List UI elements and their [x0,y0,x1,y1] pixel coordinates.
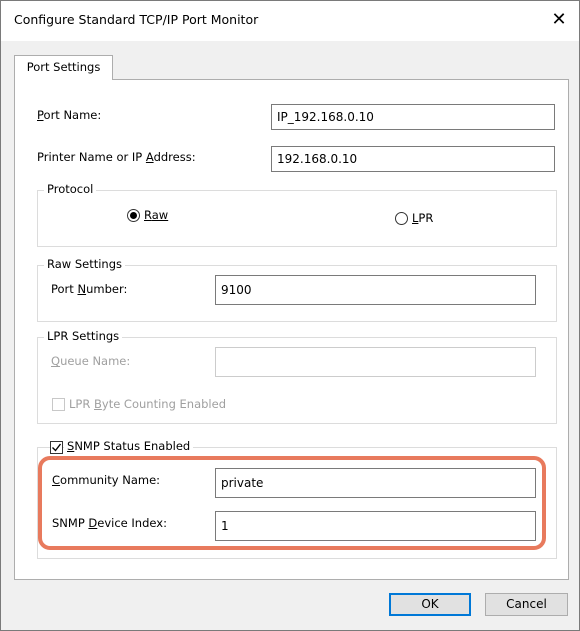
check-icon [52,443,62,452]
raw-radio[interactable] [127,209,140,222]
label-part: Printer Name or IP [37,150,146,164]
raw-radio-label[interactable]: Raw [144,208,168,222]
label-part: LPR [69,397,94,411]
label-part: Port [51,282,78,296]
label-part: NMP Status Enabled [74,439,191,453]
snmp-status-label[interactable]: SNMP Status Enabled [64,439,194,453]
label-part: PR [418,211,434,225]
label-part: yte Counting Enabled [101,397,226,411]
port-number-label: Port Number: [51,282,127,296]
queue-name-label: Queue Name: [51,354,130,368]
protocol-group [37,190,557,247]
title-bar: Configure Standard TCP/IP Port Monitor ✕ [1,1,579,41]
lpr-byte-counting-label: LPR Byte Counting Enabled [69,397,226,411]
close-icon[interactable]: ✕ [543,5,575,35]
label-accelerator: N [77,282,87,296]
label-part: aw [151,208,169,222]
tab-port-settings[interactable]: Port Settings [14,55,113,80]
protocol-group-title: Protocol [44,182,97,196]
lpr-byte-counting-checkbox[interactable] [52,398,65,411]
window-title: Configure Standard TCP/IP Port Monitor [14,12,259,27]
port-name-label: Port Name: [37,108,101,122]
label-accelerator: A [145,150,154,164]
label-accelerator: R [144,208,152,222]
port-name-input[interactable]: IP_192.168.0.10 [271,104,555,130]
label-part: ueue Name: [60,354,131,368]
ok-button[interactable]: OK [389,593,471,616]
label-part: umber: [86,282,128,296]
lpr-radio-label[interactable]: LPR [412,211,433,225]
lpr-settings-group-title: LPR Settings [44,329,123,343]
label-accelerator: Q [51,354,61,368]
tab-label: Port Settings [26,60,101,74]
lpr-radio[interactable] [395,212,408,225]
raw-settings-group-title: Raw Settings [44,257,126,271]
radio-selected-dot [130,212,137,219]
dialog-window: Configure Standard TCP/IP Port Monitor ✕… [0,0,580,631]
label-accelerator: B [94,397,102,411]
label-part: ddress: [153,150,196,164]
printer-address-label: Printer Name or IP Address: [37,150,196,164]
label-part: ort Name: [43,108,102,122]
snmp-status-checkbox[interactable] [50,441,63,454]
printer-address-input[interactable]: 192.168.0.10 [271,146,555,172]
snmp-fields-highlight [38,456,546,550]
queue-name-input[interactable] [215,347,536,377]
cancel-button[interactable]: Cancel [485,593,568,616]
port-number-input[interactable]: 9100 [215,275,536,305]
